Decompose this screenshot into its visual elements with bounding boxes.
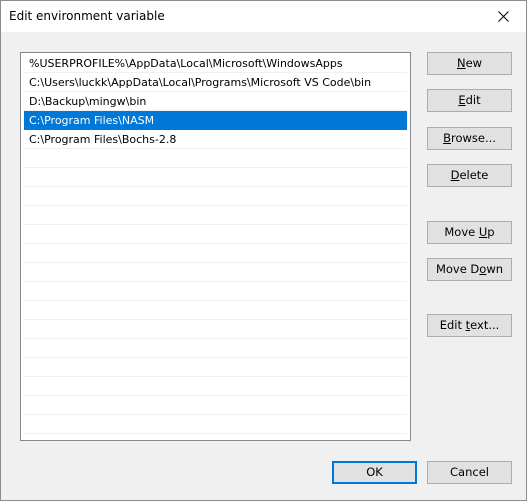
empty-list-row[interactable] — [24, 206, 407, 225]
button-label: ew — [465, 56, 483, 70]
browse-button[interactable]: Browse... — [427, 127, 512, 150]
button-label: ext... — [470, 318, 500, 332]
path-list-item[interactable]: D:\Backup\mingw\bin — [24, 92, 407, 111]
edit-environment-variable-dialog: Edit environment variable %USERPROFILE%\… — [0, 0, 527, 501]
button-label: elete — [459, 168, 489, 182]
path-list-item[interactable]: C:\Users\luckk\AppData\Local\Programs\Mi… — [24, 73, 407, 92]
button-label: p — [487, 225, 495, 239]
empty-list-row[interactable] — [24, 244, 407, 263]
empty-list-row[interactable] — [24, 149, 407, 168]
empty-list-row[interactable] — [24, 225, 407, 244]
move-down-button[interactable]: Move Down — [427, 258, 512, 281]
new-button[interactable]: New — [427, 52, 512, 75]
empty-list-row[interactable] — [24, 168, 407, 187]
empty-list-row[interactable] — [24, 282, 407, 301]
cancel-button[interactable]: Cancel — [427, 461, 512, 484]
delete-button[interactable]: Delete — [427, 164, 512, 187]
close-icon — [497, 11, 509, 22]
edit-text-button[interactable]: Edit text... — [427, 314, 512, 337]
empty-list-row[interactable] — [24, 377, 407, 396]
button-label: dit — [465, 93, 481, 107]
empty-list-row[interactable] — [24, 358, 407, 377]
ok-button[interactable]: OK — [332, 461, 417, 484]
edit-button[interactable]: Edit — [427, 89, 512, 112]
button-label: rowse... — [450, 131, 496, 145]
empty-list-row[interactable] — [24, 339, 407, 358]
path-list-item[interactable]: %USERPROFILE%\AppData\Local\Microsoft\Wi… — [24, 54, 407, 73]
move-up-button[interactable]: Move Up — [427, 221, 512, 244]
button-label: wn — [486, 262, 504, 276]
button-label: Edit — [439, 318, 466, 332]
button-label: Move — [444, 225, 479, 239]
button-label-accelerator: E — [458, 93, 466, 107]
window-title: Edit environment variable — [9, 9, 165, 23]
empty-list-row[interactable] — [24, 396, 407, 415]
path-list[interactable]: %USERPROFILE%\AppData\Local\Microsoft\Wi… — [20, 52, 411, 441]
path-list-item[interactable]: C:\Program Files\Bochs-2.8 — [24, 130, 407, 149]
close-button[interactable] — [480, 1, 526, 32]
button-label: Move D — [435, 262, 480, 276]
empty-list-row[interactable] — [24, 301, 407, 320]
path-list-item[interactable]: C:\Program Files\NASM — [24, 111, 407, 130]
title-bar[interactable]: Edit environment variable — [1, 1, 526, 32]
empty-list-row[interactable] — [24, 320, 407, 339]
empty-list-row[interactable] — [24, 187, 407, 206]
empty-list-row[interactable] — [24, 263, 407, 282]
button-label-accelerator: B — [443, 131, 451, 145]
button-label-accelerator: N — [456, 56, 466, 70]
empty-list-row[interactable] — [24, 415, 407, 434]
